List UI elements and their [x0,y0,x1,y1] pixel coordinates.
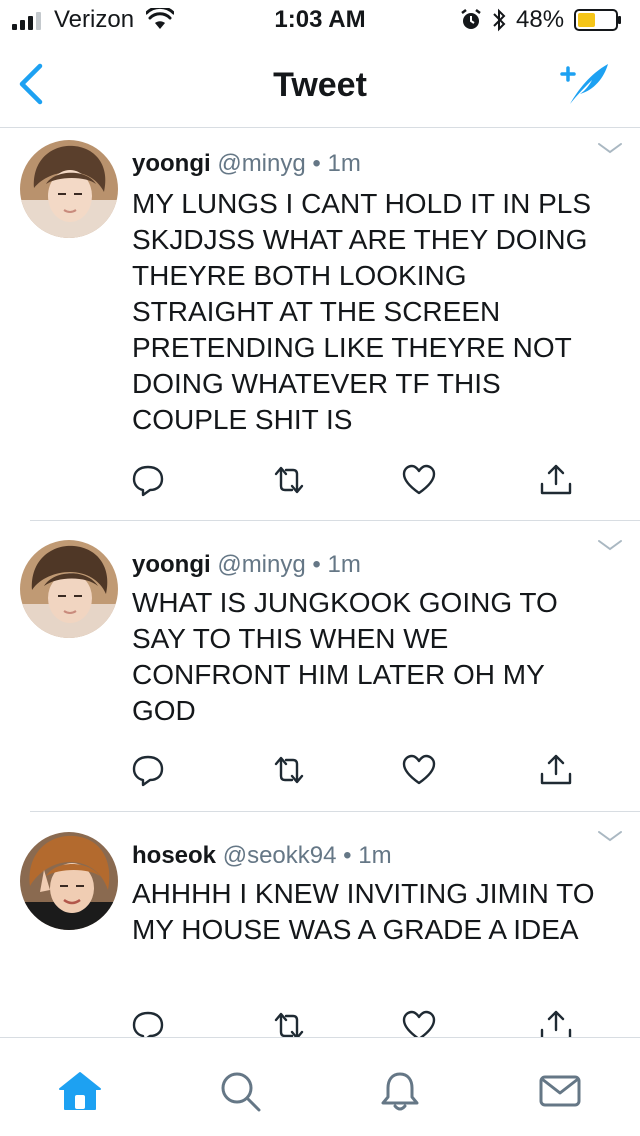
reply-icon[interactable] [130,462,166,498]
tweet[interactable]: yoongi @minyg • 1m WHAT IS JUNGKOOK GOIN… [0,521,640,811]
timestamp: 1m [327,150,361,177]
chevron-down-icon[interactable] [596,537,624,553]
display-name[interactable]: hoseok [132,842,216,869]
tweet-meta: yoongi @minyg • 1m [132,551,361,579]
avatar[interactable] [20,540,118,638]
battery-icon [574,9,621,31]
like-icon[interactable] [401,462,437,498]
tweet-text: MY LUNGS I CANT HOLD IT IN PLS SKJDJSS W… [132,188,592,435]
compose-tweet-icon[interactable] [556,60,610,106]
tweet-actions [0,752,640,788]
tweet-meta: yoongi @minyg • 1m [132,150,361,178]
reply-icon[interactable] [130,752,166,788]
share-icon[interactable] [538,462,574,498]
search-tab-icon[interactable] [218,1069,262,1113]
display-name[interactable]: yoongi [132,150,211,177]
bluetooth-icon [493,8,506,32]
timestamp: 1m [327,551,361,578]
timestamp: 1m [358,842,392,869]
retweet-icon[interactable] [271,462,307,498]
notifications-tab-icon[interactable] [378,1069,422,1113]
user-handle[interactable]: @seokk94 [223,842,337,869]
like-icon[interactable] [401,1008,437,1037]
user-handle[interactable]: @minyg [217,551,305,578]
share-icon[interactable] [538,1008,574,1037]
meta-dot: • [343,842,352,869]
nav-bar: Tweet [0,40,640,128]
avatar[interactable] [20,140,118,238]
page-title: Tweet [273,66,367,104]
retweet-icon[interactable] [271,752,307,788]
tab-bar [0,1037,640,1136]
meta-dot: • [312,551,321,578]
tweet-text: WHAT IS JUNGKOOK GOING TO SAY TO THIS WH… [132,587,558,726]
retweet-icon[interactable] [271,1008,307,1037]
like-icon[interactable] [401,752,437,788]
tweet-actions [0,462,640,498]
tweet[interactable]: hoseok @seokk94 • 1m AHHHH I KNEW INVITI… [0,812,640,1037]
chevron-down-icon[interactable] [596,140,624,156]
display-name[interactable]: yoongi [132,551,211,578]
avatar[interactable] [20,832,118,930]
reply-icon[interactable] [130,1008,166,1037]
home-tab-icon[interactable] [58,1069,102,1113]
tweet-actions [0,1008,640,1037]
messages-tab-icon[interactable] [538,1069,582,1113]
meta-dot: • [312,150,321,177]
tweet-meta: hoseok @seokk94 • 1m [132,842,392,870]
status-bar: Verizon 1:03 AM 48% [0,0,640,40]
tweet[interactable]: yoongi @minyg • 1m MY LUNGS I CANT HOLD … [0,128,640,520]
user-handle[interactable]: @minyg [217,150,305,177]
share-icon[interactable] [538,752,574,788]
alarm-icon [461,9,481,29]
battery-percent: 48% [516,6,565,33]
chevron-down-icon[interactable] [596,828,624,844]
tweet-text: AHHHH I KNEW INVITING JIMIN TO MY HOUSE … [132,878,595,945]
